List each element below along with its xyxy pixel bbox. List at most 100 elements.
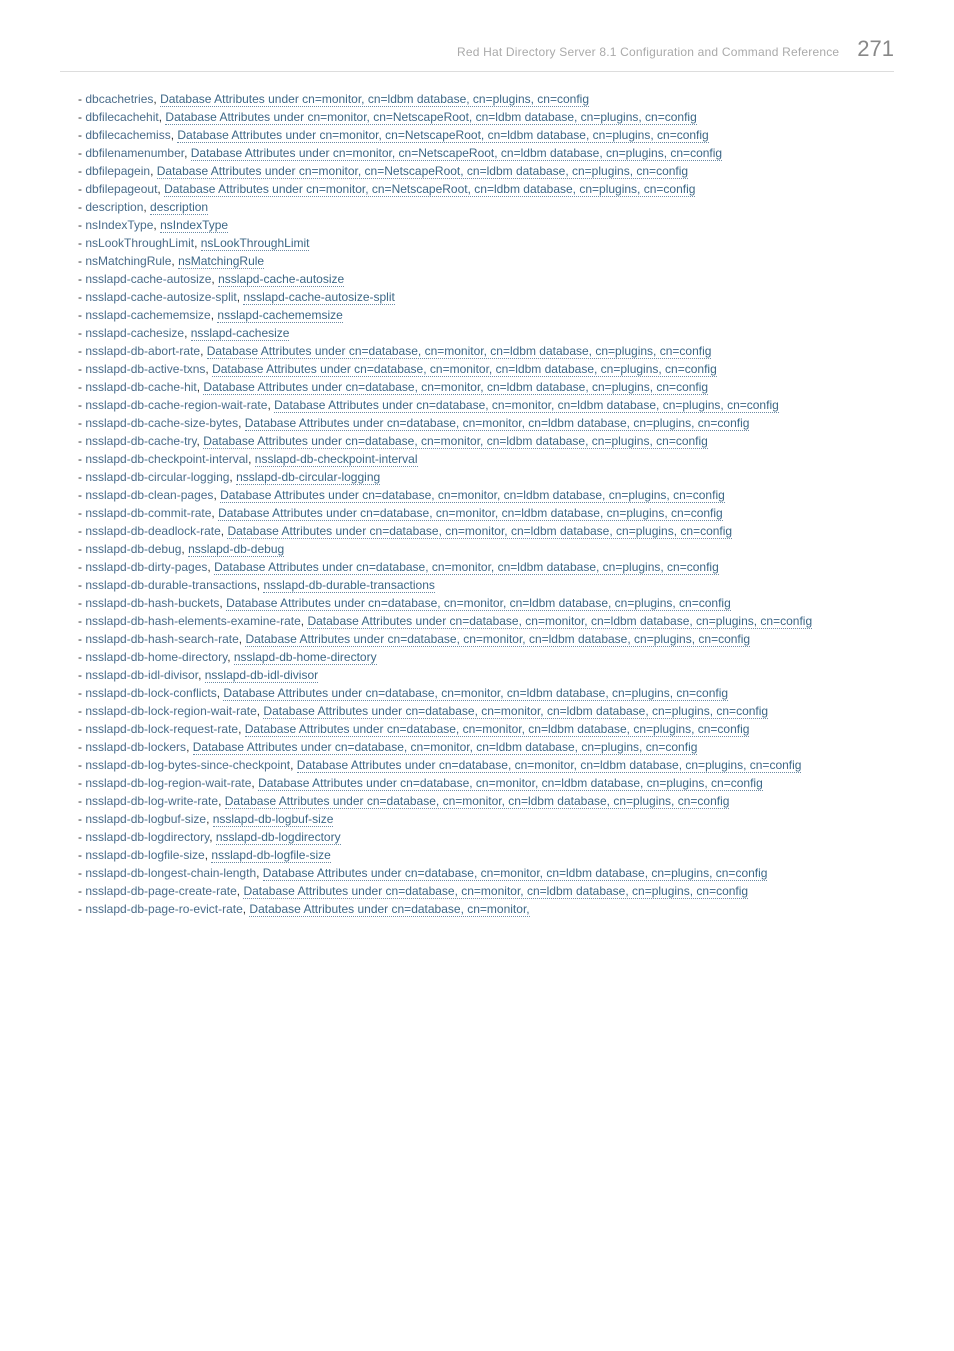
attribute-name: nsslapd-db-lockers — [85, 740, 186, 754]
index-link[interactable]: Database Attributes under cn=database, c… — [263, 704, 768, 719]
attribute-name: nsslapd-db-logfile-size — [85, 848, 204, 862]
index-link[interactable]: Database Attributes under cn=database, c… — [274, 398, 779, 413]
index-entry: - dbfilenamenumber, Database Attributes … — [78, 144, 894, 162]
index-link[interactable]: nsslapd-db-idl-divisor — [205, 668, 318, 683]
index-entry: - nsslapd-db-commit-rate, Database Attri… — [78, 504, 894, 522]
index-link[interactable]: Database Attributes under cn=database, c… — [249, 902, 529, 917]
index-link[interactable]: Database Attributes under cn=database, c… — [220, 488, 725, 503]
attribute-name: nsslapd-db-circular-logging — [85, 470, 229, 484]
index-link[interactable]: nsIndexType — [160, 218, 228, 233]
index-link[interactable]: nsslapd-db-home-directory — [234, 650, 377, 665]
index-entry: - nsslapd-db-lockers, Database Attribute… — [78, 738, 894, 756]
index-link[interactable]: nsslapd-db-checkpoint-interval — [255, 452, 418, 467]
index-link[interactable]: Database Attributes under cn=monitor, cn… — [177, 128, 708, 143]
page-header: Red Hat Directory Server 8.1 Configurati… — [60, 0, 894, 72]
attribute-name: nsslapd-db-log-write-rate — [85, 794, 218, 808]
index-link[interactable]: Database Attributes under cn=database, c… — [245, 722, 750, 737]
attribute-name: nsslapd-cachesize — [85, 326, 184, 340]
index-entry: - dbfilecachehit, Database Attributes un… — [78, 108, 894, 126]
index-entry: - nsslapd-db-logdirectory, nsslapd-db-lo… — [78, 828, 894, 846]
index-link[interactable]: nsslapd-db-logfile-size — [211, 848, 330, 863]
attribute-name: nsslapd-db-idl-divisor — [85, 668, 198, 682]
index-entry: - nsslapd-db-log-bytes-since-checkpoint,… — [78, 756, 894, 774]
index-link[interactable]: nsslapd-cachememsize — [217, 308, 342, 323]
index-entry: - dbcachetries, Database Attributes unde… — [78, 90, 894, 108]
attribute-name: dbcachetries — [85, 92, 153, 106]
index-link[interactable]: Database Attributes under cn=database, c… — [245, 416, 750, 431]
index-entry: - nsslapd-db-deadlock-rate, Database Att… — [78, 522, 894, 540]
attribute-name: nsslapd-db-deadlock-rate — [85, 524, 220, 538]
index-entry: - nsslapd-db-lock-region-wait-rate, Data… — [78, 702, 894, 720]
index-entry: - nsslapd-db-dirty-pages, Database Attri… — [78, 558, 894, 576]
attribute-name: nsslapd-db-abort-rate — [85, 344, 200, 358]
attribute-name: nsslapd-db-hash-buckets — [85, 596, 219, 610]
index-link[interactable]: Database Attributes under cn=monitor, cn… — [164, 182, 695, 197]
index-link[interactable]: Database Attributes under cn=database, c… — [214, 560, 719, 575]
index-link[interactable]: nsLookThroughLimit — [201, 236, 310, 251]
index-link[interactable]: Database Attributes under cn=database, c… — [212, 362, 717, 377]
attribute-name: dbfilecachehit — [85, 110, 158, 124]
attribute-name: nsslapd-db-lock-region-wait-rate — [85, 704, 256, 718]
index-link[interactable]: Database Attributes under cn=database, c… — [226, 596, 731, 611]
attribute-name: dbfilepagein — [85, 164, 150, 178]
index-link[interactable]: Database Attributes under cn=database, c… — [193, 740, 698, 755]
index-link[interactable]: Database Attributes under cn=database, c… — [218, 506, 723, 521]
index-link[interactable]: Database Attributes under cn=database, c… — [223, 686, 728, 701]
index-link[interactable]: Database Attributes under cn=database, c… — [203, 380, 708, 395]
index-entry: - nsslapd-db-home-directory, nsslapd-db-… — [78, 648, 894, 666]
index-link[interactable]: nsslapd-cache-autosize-split — [243, 290, 394, 305]
index-entry: - nsslapd-db-logfile-size, nsslapd-db-lo… — [78, 846, 894, 864]
index-entry: - nsslapd-cachesize, nsslapd-cachesize — [78, 324, 894, 342]
index-entry: - nsslapd-db-cache-hit, Database Attribu… — [78, 378, 894, 396]
index-entry: - nsslapd-db-log-region-wait-rate, Datab… — [78, 774, 894, 792]
attribute-name: nsslapd-db-hash-search-rate — [85, 632, 238, 646]
attribute-name: nsslapd-db-cache-size-bytes — [85, 416, 238, 430]
index-entry: - description, description — [78, 198, 894, 216]
index-link[interactable]: Database Attributes under cn=database, c… — [225, 794, 730, 809]
index-link[interactable]: Database Attributes under cn=database, c… — [245, 632, 750, 647]
index-link[interactable]: nsslapd-db-logdirectory — [216, 830, 341, 845]
attribute-name: nsslapd-cache-autosize-split — [85, 290, 236, 304]
index-link[interactable]: Database Attributes under cn=monitor, cn… — [165, 110, 696, 125]
index-link[interactable]: Database Attributes under cn=database, c… — [243, 884, 748, 899]
index-link[interactable]: Database Attributes under cn=monitor, cn… — [157, 164, 688, 179]
attribute-name: nsslapd-db-cache-try — [85, 434, 196, 448]
index-link[interactable]: Database Attributes under cn=monitor, cn… — [160, 92, 589, 107]
index-link[interactable]: Database Attributes under cn=database, c… — [258, 776, 763, 791]
attribute-name: nsslapd-db-log-bytes-since-checkpoint — [85, 758, 290, 772]
index-entry: - nsslapd-db-logbuf-size, nsslapd-db-log… — [78, 810, 894, 828]
attribute-name: nsslapd-db-dirty-pages — [85, 560, 207, 574]
index-entry: - nsslapd-db-durable-transactions, nssla… — [78, 576, 894, 594]
index-link[interactable]: Database Attributes under cn=database, c… — [297, 758, 802, 773]
index-entry: - nsslapd-db-cache-region-wait-rate, Dat… — [78, 396, 894, 414]
index-link[interactable]: Database Attributes under cn=monitor, cn… — [191, 146, 722, 161]
index-link[interactable]: nsslapd-db-durable-transactions — [263, 578, 434, 593]
index-link[interactable]: nsslapd-cache-autosize — [218, 272, 344, 287]
attribute-name: nsslapd-db-clean-pages — [85, 488, 213, 502]
attribute-name: nsslapd-cachememsize — [85, 308, 210, 322]
doc-title: Red Hat Directory Server 8.1 Configurati… — [457, 43, 839, 61]
index-link[interactable]: Database Attributes under cn=database, c… — [227, 524, 732, 539]
index-link[interactable]: nsslapd-cachesize — [191, 326, 290, 341]
index-entry: - dbfilecachemiss, Database Attributes u… — [78, 126, 894, 144]
index-link[interactable]: Database Attributes under cn=database, c… — [307, 614, 812, 629]
index-entry: - nsslapd-db-circular-logging, nsslapd-d… — [78, 468, 894, 486]
index-link[interactable]: Database Attributes under cn=database, c… — [203, 434, 708, 449]
index-link[interactable]: nsslapd-db-circular-logging — [236, 470, 380, 485]
index-link[interactable]: Database Attributes under cn=database, c… — [263, 866, 768, 881]
index-entry: - nsIndexType, nsIndexType — [78, 216, 894, 234]
index-entry: - dbfilepageout, Database Attributes und… — [78, 180, 894, 198]
index-entry: - nsslapd-cache-autosize-split, nsslapd-… — [78, 288, 894, 306]
index-entry: - nsLookThroughLimit, nsLookThroughLimit — [78, 234, 894, 252]
index-link[interactable]: Database Attributes under cn=database, c… — [207, 344, 712, 359]
index-link[interactable]: nsslapd-db-logbuf-size — [213, 812, 334, 827]
index-link[interactable]: nsslapd-db-debug — [188, 542, 284, 557]
attribute-name: nsslapd-db-durable-transactions — [85, 578, 256, 592]
attribute-name: description — [85, 200, 143, 214]
index-link[interactable]: description — [150, 200, 208, 215]
attribute-name: dbfilepageout — [85, 182, 157, 196]
attribute-name: nsMatchingRule — [85, 254, 171, 268]
attribute-name: nsslapd-db-page-create-rate — [85, 884, 236, 898]
index-entry: - nsslapd-db-log-write-rate, Database At… — [78, 792, 894, 810]
index-link[interactable]: nsMatchingRule — [178, 254, 264, 269]
